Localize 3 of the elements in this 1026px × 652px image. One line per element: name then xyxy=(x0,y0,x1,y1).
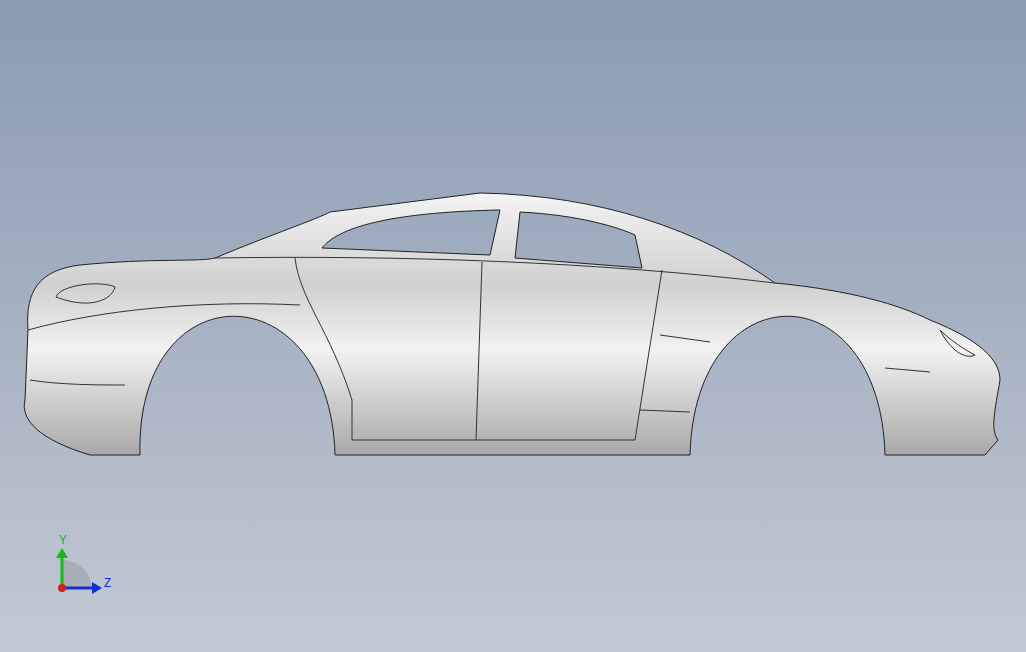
axis-triad-icon xyxy=(56,548,102,594)
axis-label: Z xyxy=(104,576,112,590)
axis-label: Y xyxy=(59,533,67,547)
